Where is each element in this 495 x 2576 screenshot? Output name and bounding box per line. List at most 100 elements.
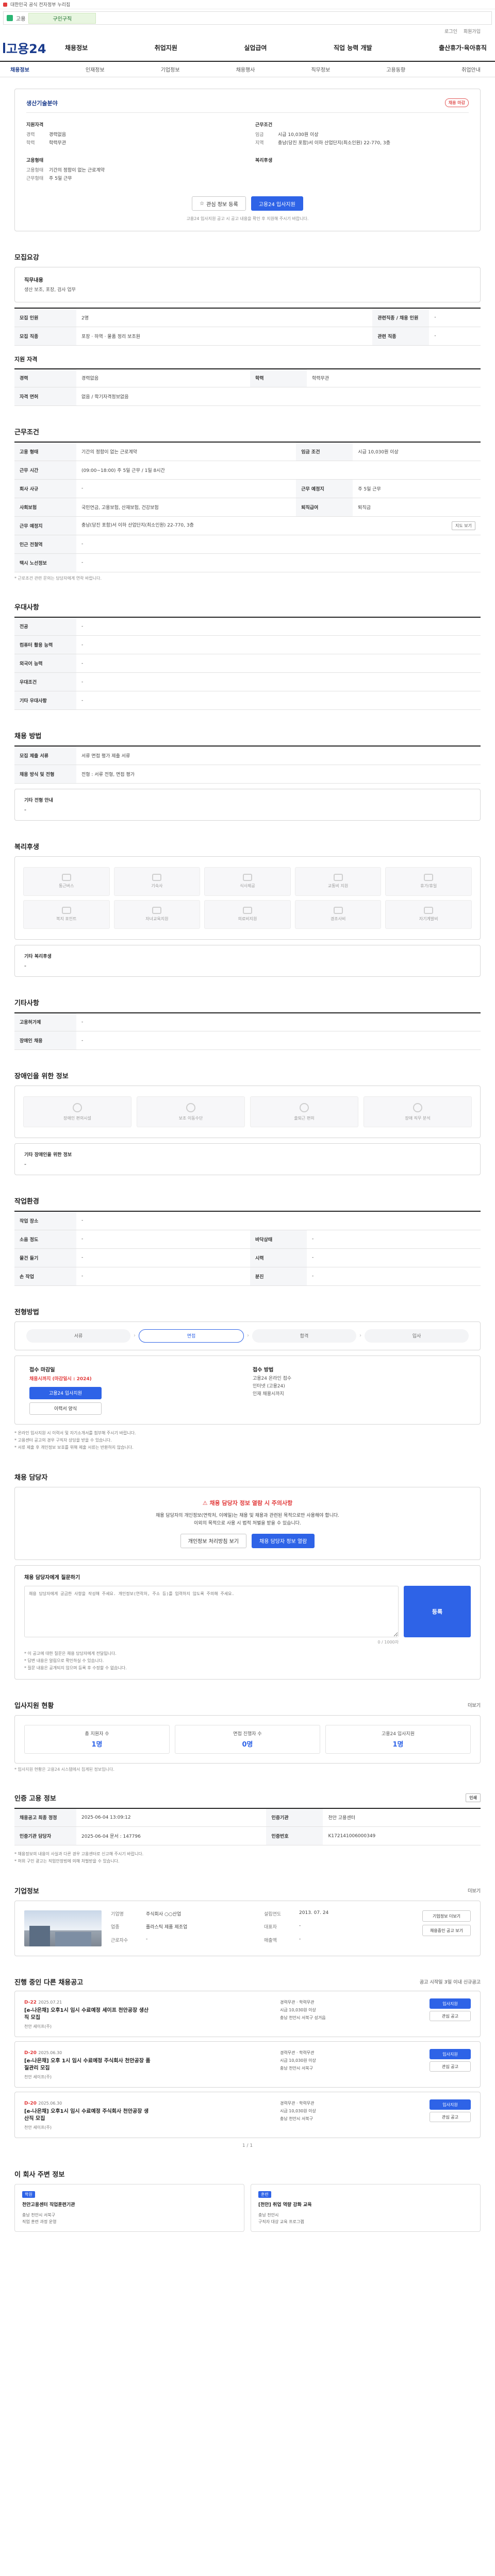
th: 모집 인원 [14,308,76,327]
label: 설립연도 [264,1912,282,1917]
th: 컴퓨터 활용 능력 [14,635,76,654]
view-contact-button[interactable]: 채용 담당자 정보 열람 [252,1533,315,1548]
site-logo[interactable]: 고용24 [3,39,65,57]
near-tag: 훈련 [258,2191,271,2198]
map-button[interactable]: 지도 보기 [452,521,475,530]
more-link[interactable]: 더보기 [468,1887,481,1894]
td: 시급 10,030원 이상 [353,442,481,461]
calendar-icon [424,874,434,881]
subnav-events[interactable]: 채용행사 [236,65,255,73]
question-submit-button[interactable]: 등록 [404,1585,471,1637]
job-scrap-button[interactable]: 관심 공고 [430,2112,471,2122]
gnb-item-jobs[interactable]: 채용정보 [65,43,88,52]
value: 기간의 정함이 없는 근로계약 [49,168,105,173]
company-jobs-button[interactable]: 채용중인 공고 보기 [422,1925,471,1936]
td: (09:00~18:00) 주 5일 근무 / 1일 8시간 [76,461,481,480]
print-button[interactable]: 인쇄 [466,1793,481,1802]
job-apply-button[interactable]: 입사지원 [430,2099,471,2110]
stats-note: * 입사지원 현황은 고용24 시스템에서 집계된 정보입니다. [14,1767,114,1772]
gnb-item-leave[interactable]: 출산휴가·육아휴직 [439,43,487,52]
signup-link[interactable]: 회원가입 [464,28,481,35]
gnb-item-training[interactable]: 직업 능력 개발 [334,43,372,52]
company-box: 기업명 주식회사 ○○산업 설립연도 2013. 07. 24 업종 플라스틱 제품 … [14,1901,481,1956]
contact-text: 이외의 목적으로 사용 시 법적 처벌을 받을 수 있습니다. [194,1520,301,1526]
td: - [76,1211,481,1230]
td: 서류 면접 평가 제출 서류 [76,746,481,765]
question-box: 채용 담당자에게 질문하기 등록 0 / 1000자 * 이 공고에 대한 질문… [14,1565,481,1680]
wheelchair-icon [186,1103,195,1112]
recruit-section: 모집요강 직무내용 생산 보조, 포장, 검사 업무 모집 인원 2명 관련직종 /… [14,252,481,406]
th: 고용 형태 [14,442,76,461]
gnb-item-support[interactable]: 취업지원 [155,43,177,52]
value: 시급 10,030원 이상 [278,132,319,138]
condition-title: 근무조건 [255,123,273,128]
td: - [76,479,296,498]
label: 근로자수 [111,1938,128,1943]
value: 플라스틱 제품 제조업 [146,1925,188,1930]
th: 인증기관 담당자 [14,1826,76,1845]
contact-text: 채용 담당자의 개인정보(연락처, 이메일)는 채용 및 채용과 관련된 목적으… [156,1513,339,1518]
job-list-item[interactable]: D-20 2025.06.30 [e-나은채] 오후1시 임시 수료예정 주식회… [14,2092,481,2138]
section-title: 기타사항 [14,999,39,1007]
note-item: * 서류 제출 후 개인정보 보호를 위해 제출 서류는 반환하지 않습니다. [14,1445,134,1450]
scrap-label: 관심 정보 등록 [206,201,238,208]
more-link[interactable]: 더보기 [468,1702,481,1708]
apply-online-button[interactable]: 고용24 입사지원 [29,1386,102,1399]
subnav-talent[interactable]: 인재정보 [86,65,105,73]
selection-etc-box: 기타 전형 안내 - [14,788,481,821]
subnav-jobs[interactable]: 채용정보 [10,65,29,73]
company-name[interactable]: 생산기술분야 [26,99,58,107]
near-name[interactable]: 천안고용센터 직업훈련기관 [22,2201,237,2208]
subnav-guide[interactable]: 취업안내 [461,65,481,73]
stats-box: 총 지원자 수 1명 면접 진행자 수 0명 고용24 입사지원 1명 [14,1715,481,1764]
login-link[interactable]: 로그인 [444,28,457,35]
selection-section: 채용 방법 모집 제출 서류 서류 면접 평가 제출 서류 채용 방식 및 전형 전… [14,731,481,821]
welfare-box: 통근버스 기숙사 식사제공 교통비 지원 휴가/휴일 복지 포인트 자녀교육지원… [14,856,481,940]
job-list-item[interactable]: D-20 2025.06.30 [e-나은채] 오후 1시 임시 수료예정 주식… [14,2041,481,2088]
welfare-block: 복리후생 [255,157,469,183]
th: 우대조건 [14,672,76,691]
job-scrap-button[interactable]: 관심 공고 [430,2011,471,2021]
recruit-table: 모집 인원 2명 관련직종 / 채용 인원 - 모집 직종 포장 · 하역 · 물품 정… [14,308,481,346]
gnb-item-unemployment[interactable]: 실업급여 [244,43,267,52]
company-info-button[interactable]: 기업정보 더보기 [422,1910,471,1922]
service-icon [7,15,13,21]
disability-section: 장애인을 위한 정보 장애인 편의시설 보조 이동수단 출퇴근 편의 장애 직무… [14,1071,481,1175]
contact-section: 채용 담당자 ⚠ 채용 담당자 정보 열람 시 주의사항 채용 담당자의 개인정… [14,1472,481,1680]
th: 회사 사규 [14,479,76,498]
value: - [299,1923,301,1929]
pagination[interactable]: 1 / 1 [14,2143,481,2148]
qualification-title: 지원자격 [26,123,44,128]
scrap-button[interactable]: ☆ 관심 정보 등록 [192,196,246,211]
job-list-item[interactable]: D-22 2025.07.21 [e-나은채] 오후1시 임시 수료예정 세이프… [14,1991,481,2037]
subnav-duty[interactable]: 직무정보 [311,65,330,73]
apply-button[interactable]: 고용24 입사지원 [251,196,303,211]
job-scrap-button[interactable]: 관심 공고 [430,2061,471,2072]
td: 주 5일 근무 [353,479,481,498]
disability-label: 장애인 편의시설 [63,1115,92,1121]
th: 인증번호 [266,1826,323,1845]
subnav-company[interactable]: 기업정보 [161,65,180,73]
near-card[interactable]: 훈련 [천안] 취업 역량 강화 교육 충남 천안시 구직자 대상 교육 프로그… [251,2184,481,2232]
job-title-link[interactable]: [e-나은채] 오후1시 임시 수료예정 세이프 천안공장 생산직 모집 [24,2007,153,2022]
service-selector[interactable]: 고용 구인구직 [3,11,492,25]
subnav-trend[interactable]: 고용동향 [386,65,405,73]
job-title-link[interactable]: [e-나은채] 오후1시 임시 수료예정 주식회사 천안공장 생산직 모집 [24,2108,153,2123]
near-card[interactable]: 학원 천안고용센터 직업훈련기관 충남 천안시 서북구 직업 훈련 과정 운영 [14,2184,244,2232]
near-name[interactable]: [천안] 취업 역량 강화 교육 [258,2201,473,2208]
job-meta: 시급 10,030원 이상 [280,2058,316,2063]
job-description-box: 직무내용 생산 보조, 포장, 검사 업무 [14,267,481,302]
privacy-button[interactable]: 개인정보 처리방침 보기 [180,1533,246,1548]
th: 근무 예정지 [296,479,353,498]
td: - [76,691,481,710]
resume-form-button[interactable]: 이력서 양식 [29,1402,102,1415]
service-highlight[interactable]: 구인구직 [28,12,96,24]
step-document: 서류 [26,1329,130,1343]
note-item: * 질문 내용은 공개되지 않으며 등록 후 수정할 수 없습니다. [24,1665,127,1670]
job-apply-button[interactable]: 입사지원 [430,1998,471,2009]
job-apply-button[interactable]: 입사지원 [430,2049,471,2059]
env-table: 작업 장소 - 소음 정도 - 바닥상태 - 물건 들기 - 시력 - 손 작업 - 분진 - [14,1211,481,1286]
question-input[interactable] [24,1585,399,1637]
job-title-link[interactable]: [e-나은채] 오후 1시 임시 수료예정 주식회사 천안공장 품질관리 모집 [24,2058,153,2072]
td: 충남(당진 포함)서 이하 산업단지(최소인원) 22-770, 3층 지도 보… [76,516,481,535]
